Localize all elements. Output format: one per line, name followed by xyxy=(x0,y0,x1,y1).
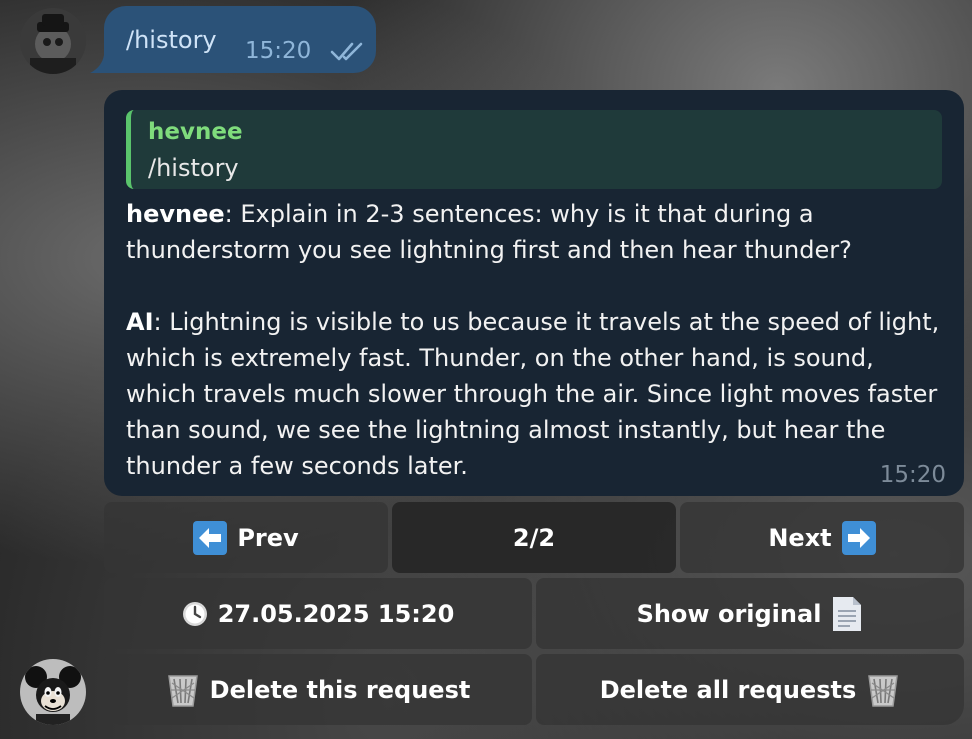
request-datetime-label: 27.05.2025 15:20 xyxy=(217,599,455,628)
show-original-label: Show original xyxy=(636,599,822,628)
user-request-paragraph: hevnee: Explain in 2-3 sentences: why is… xyxy=(126,200,852,264)
ai-answer-paragraph: AI: Lightning is visible to us because i… xyxy=(126,308,940,480)
next-button[interactable]: Next xyxy=(680,502,964,573)
ai-label: AI xyxy=(126,308,154,336)
page-indicator-button[interactable]: 2/2 xyxy=(392,502,676,573)
prev-button-label: Prev xyxy=(237,523,299,552)
right-arrow-icon xyxy=(841,520,876,555)
incoming-message-time: 15:20 xyxy=(879,462,946,488)
sender-avatar-top[interactable] xyxy=(20,8,86,74)
user-avatar-icon xyxy=(20,8,86,74)
page-indicator-label: 2/2 xyxy=(512,523,556,552)
delete-all-requests-button[interactable]: Delete all requests xyxy=(536,654,964,725)
left-arrow-icon xyxy=(193,520,228,555)
incoming-message-bubble[interactable]: hevnee /history hevnee: Explain in 2-3 s… xyxy=(104,90,964,496)
message-body: hevnee: Explain in 2-3 sentences: why is… xyxy=(126,196,948,484)
show-original-button[interactable]: Show original xyxy=(536,578,964,649)
outgoing-message-text: /history xyxy=(126,26,217,54)
user-request-text: Explain in 2-3 sentences: why is it that… xyxy=(126,200,852,264)
clock-icon xyxy=(182,601,207,626)
reply-quote[interactable]: hevnee /history xyxy=(126,110,942,189)
prev-button[interactable]: Prev xyxy=(104,502,388,573)
wastebasket-icon xyxy=(167,674,198,707)
request-datetime-button[interactable]: 27.05.2025 15:20 xyxy=(104,578,532,649)
user-label: hevnee xyxy=(126,200,225,228)
delete-this-request-button[interactable]: Delete this request xyxy=(104,654,532,725)
outgoing-message-time: 15:20 xyxy=(245,38,312,64)
delete-this-request-label: Delete this request xyxy=(209,675,471,704)
reply-quote-author: hevnee xyxy=(148,119,243,145)
mouse-avatar-icon xyxy=(20,659,86,725)
delete-all-requests-label: Delete all requests xyxy=(599,675,857,704)
next-button-label: Next xyxy=(768,523,832,552)
ai-answer-text: Lightning is visible to us because it tr… xyxy=(126,308,940,480)
bot-avatar[interactable] xyxy=(20,659,86,725)
outgoing-message-bubble[interactable]: /history 15:20 xyxy=(104,6,376,73)
document-icon xyxy=(833,596,862,631)
double-check-icon xyxy=(330,42,363,61)
reply-quote-text: /history xyxy=(148,154,239,182)
wastebasket-icon xyxy=(868,674,899,707)
